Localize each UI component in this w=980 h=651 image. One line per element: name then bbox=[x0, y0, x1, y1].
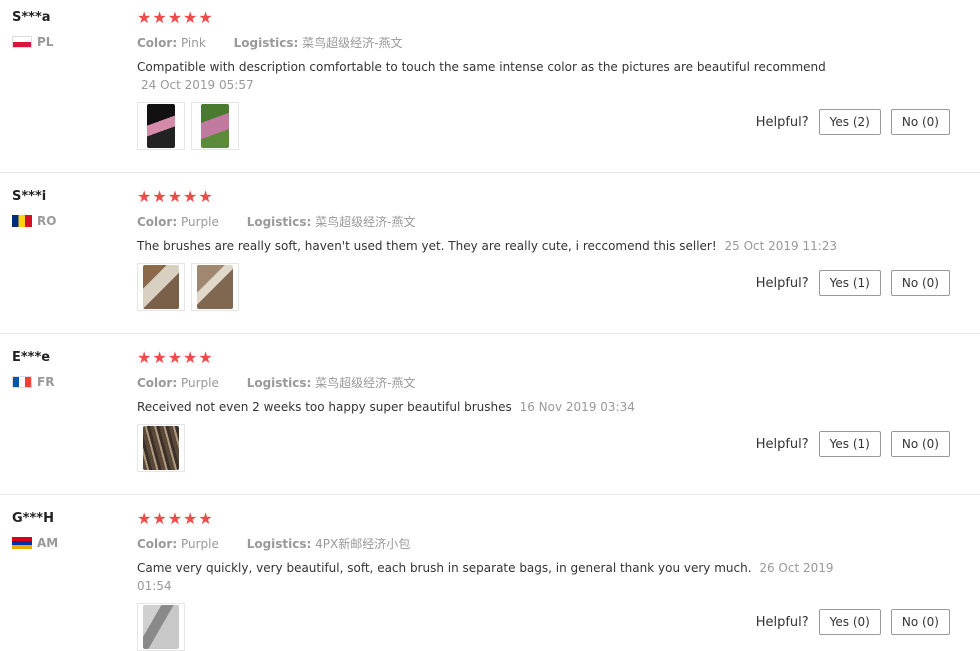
review-meta: Color: Pink Logistics: 菜鸟超级经济-燕文 bbox=[137, 34, 847, 52]
photo-image bbox=[143, 605, 179, 649]
reviewer-info: S***i RO bbox=[12, 188, 56, 230]
no-button[interactable]: No (0) bbox=[890, 270, 950, 296]
yes-button[interactable]: Yes (1) bbox=[818, 431, 881, 457]
review-text: Came very quickly, very beautiful, soft,… bbox=[137, 559, 847, 595]
helpful-section: Helpful? Yes (1) No (0) bbox=[756, 431, 950, 457]
country-code: AM bbox=[37, 536, 59, 550]
color-value: Pink bbox=[180, 36, 206, 50]
review-text: The brushes are really soft, haven't use… bbox=[137, 237, 847, 255]
review-meta: Color: Purple Logistics: 4PX新邮经济小包 bbox=[137, 535, 847, 553]
photo-image bbox=[147, 104, 175, 148]
color-value: Purple bbox=[180, 215, 219, 229]
logistics-label: Logistics: bbox=[246, 215, 312, 229]
photo-image bbox=[143, 265, 179, 309]
star-rating: ★★★★★ bbox=[137, 8, 214, 27]
reviewer-info: E***e FR bbox=[12, 349, 54, 391]
review-content: ★★★★★ Color: Pink Logistics: 菜鸟超级经济-燕文 C… bbox=[137, 9, 847, 150]
flag-pl-icon bbox=[12, 36, 32, 48]
country-code: PL bbox=[37, 35, 54, 49]
review-body: Compatible with description comfortable … bbox=[137, 60, 826, 74]
review-date: 25 Oct 2019 11:23 bbox=[724, 239, 838, 253]
yes-button[interactable]: Yes (0) bbox=[818, 609, 881, 635]
photo-image bbox=[197, 265, 233, 309]
photo-image bbox=[143, 426, 179, 470]
logistics-value: 菜鸟超级经济-燕文 bbox=[315, 376, 416, 390]
country-code: RO bbox=[37, 214, 57, 228]
logistics-label: Logistics: bbox=[246, 537, 312, 551]
review-photo[interactable] bbox=[137, 102, 185, 150]
color-label: Color: bbox=[137, 36, 178, 50]
review-content: ★★★★★ Color: Purple Logistics: 4PX新邮经济小包… bbox=[137, 510, 847, 651]
review-photos bbox=[137, 424, 847, 472]
logistics-value: 4PX新邮经济小包 bbox=[315, 537, 411, 551]
review-meta: Color: Purple Logistics: 菜鸟超级经济-燕文 bbox=[137, 213, 847, 231]
review-photos bbox=[137, 102, 847, 150]
helpful-section: Helpful? Yes (2) No (0) bbox=[756, 109, 950, 135]
reviewer-country: FR bbox=[12, 373, 54, 391]
review-body: The brushes are really soft, haven't use… bbox=[137, 239, 717, 253]
yes-button[interactable]: Yes (2) bbox=[818, 109, 881, 135]
reviewer-country: AM bbox=[12, 534, 58, 552]
flag-fr-icon bbox=[12, 376, 32, 388]
color-label: Color: bbox=[137, 215, 178, 229]
color-value: Purple bbox=[180, 376, 219, 390]
helpful-label: Helpful? bbox=[755, 275, 809, 291]
review-body: Received not even 2 weeks too happy supe… bbox=[137, 400, 512, 414]
helpful-section: Helpful? Yes (0) No (0) bbox=[756, 609, 950, 635]
review-item: S***a PL ★★★★★ Color: Pink Logistics: 菜鸟… bbox=[0, 0, 980, 173]
review-date: 24 Oct 2019 05:57 bbox=[141, 78, 254, 92]
flag-ro-icon bbox=[12, 215, 32, 227]
star-rating: ★★★★★ bbox=[137, 348, 214, 367]
review-item: E***e FR ★★★★★ Color: Purple Logistics: … bbox=[0, 334, 980, 495]
review-content: ★★★★★ Color: Purple Logistics: 菜鸟超级经济-燕文… bbox=[137, 349, 847, 472]
review-text: Compatible with description comfortable … bbox=[137, 58, 847, 94]
color-label: Color: bbox=[137, 376, 178, 390]
logistics-value: 菜鸟超级经济-燕文 bbox=[302, 36, 403, 50]
no-button[interactable]: No (0) bbox=[890, 431, 950, 457]
photo-image bbox=[201, 104, 229, 148]
logistics-value: 菜鸟超级经济-燕文 bbox=[315, 215, 416, 229]
reviewer-name: S***i bbox=[12, 189, 47, 204]
review-photo[interactable] bbox=[137, 263, 185, 311]
reviewer-name: E***e bbox=[12, 350, 51, 365]
review-text: Received not even 2 weeks too happy supe… bbox=[137, 398, 847, 416]
review-item: S***i RO ★★★★★ Color: Purple Logistics: … bbox=[0, 173, 980, 334]
review-body: Came very quickly, very beautiful, soft,… bbox=[137, 561, 752, 575]
yes-button[interactable]: Yes (1) bbox=[818, 270, 881, 296]
reviewer-name: G***H bbox=[12, 511, 54, 526]
helpful-label: Helpful? bbox=[755, 436, 809, 452]
color-label: Color: bbox=[137, 537, 178, 551]
reviewer-country: PL bbox=[12, 33, 53, 51]
reviewer-country: RO bbox=[12, 212, 56, 230]
country-code: FR bbox=[37, 375, 55, 389]
review-photo[interactable] bbox=[191, 263, 239, 311]
review-photo[interactable] bbox=[191, 102, 239, 150]
helpful-label: Helpful? bbox=[755, 614, 809, 630]
helpful-label: Helpful? bbox=[755, 114, 809, 130]
star-rating: ★★★★★ bbox=[137, 509, 214, 528]
review-photo[interactable] bbox=[137, 603, 185, 651]
reviewer-name: S***a bbox=[12, 10, 51, 25]
review-photos bbox=[137, 263, 847, 311]
logistics-label: Logistics: bbox=[246, 376, 312, 390]
helpful-section: Helpful? Yes (1) No (0) bbox=[756, 270, 950, 296]
review-photos bbox=[137, 603, 847, 651]
review-content: ★★★★★ Color: Purple Logistics: 菜鸟超级经济-燕文… bbox=[137, 188, 847, 311]
reviewer-info: S***a PL bbox=[12, 9, 53, 51]
color-value: Purple bbox=[180, 537, 219, 551]
no-button[interactable]: No (0) bbox=[890, 609, 950, 635]
review-photo[interactable] bbox=[137, 424, 185, 472]
reviewer-info: G***H AM bbox=[12, 510, 58, 552]
star-rating: ★★★★★ bbox=[137, 187, 214, 206]
review-date: 16 Nov 2019 03:34 bbox=[519, 400, 635, 414]
review-item: G***H AM ★★★★★ Color: Purple Logistics: … bbox=[0, 495, 980, 651]
logistics-label: Logistics: bbox=[233, 36, 299, 50]
flag-am-icon bbox=[12, 537, 32, 549]
no-button[interactable]: No (0) bbox=[890, 109, 950, 135]
review-meta: Color: Purple Logistics: 菜鸟超级经济-燕文 bbox=[137, 374, 847, 392]
